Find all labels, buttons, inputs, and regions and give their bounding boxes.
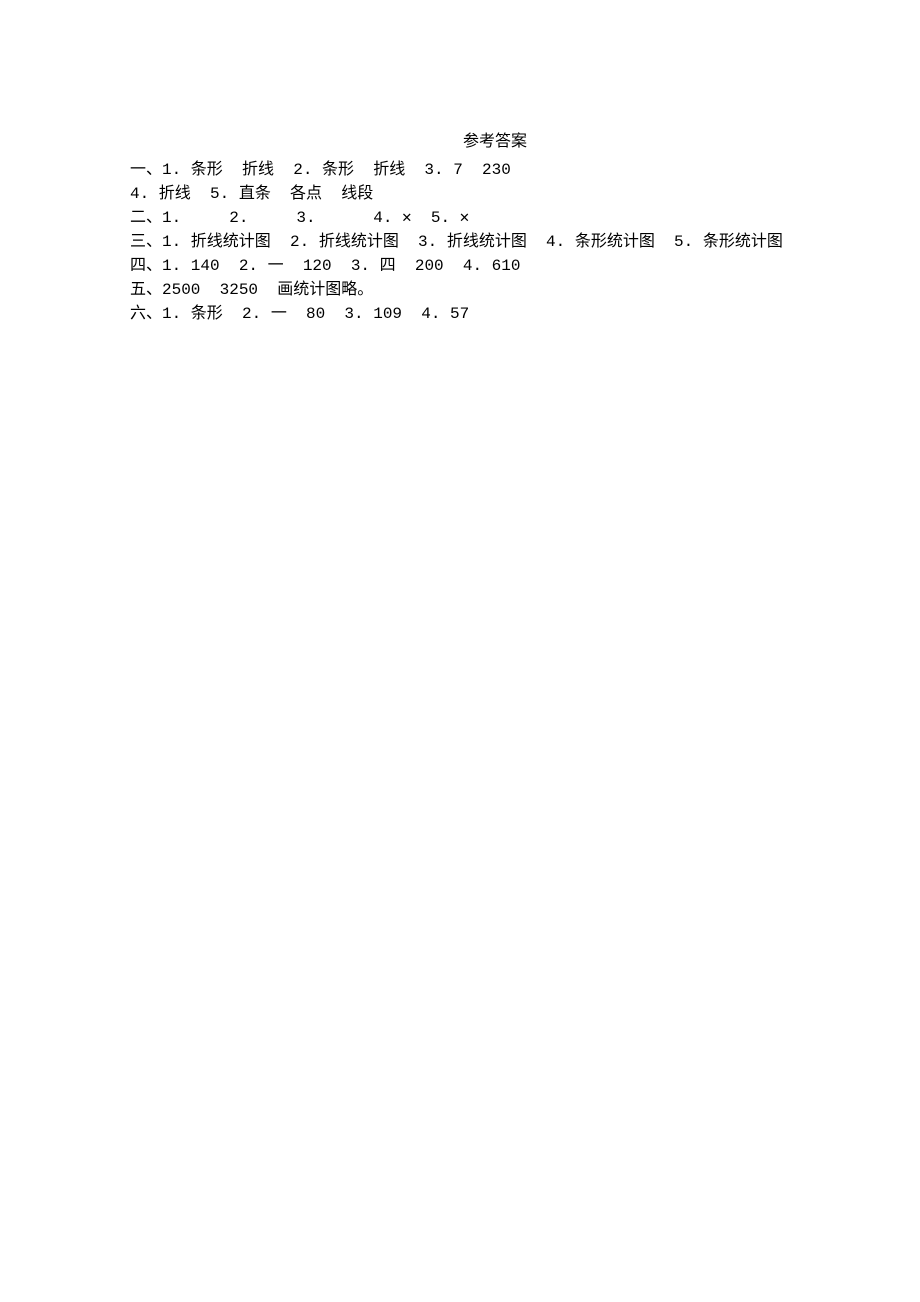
section-5-line: 五、2500 3250 画统计图略。 bbox=[130, 278, 860, 302]
section-2-line: 二、1. 2. 3. 4. ✕ 5. ✕ bbox=[130, 206, 860, 230]
section-3-line: 三、1. 折线统计图 2. 折线统计图 3. 折线统计图 4. 条形统计图 5.… bbox=[130, 230, 860, 254]
section-1-line-1: 一、1. 条形 折线 2. 条形 折线 3. 7 230 bbox=[130, 158, 860, 182]
section-4-line: 四、1. 140 2. 一 120 3. 四 200 4. 610 bbox=[130, 254, 860, 278]
answer-key-title: 参考答案 bbox=[130, 130, 860, 154]
section-1-line-2: 4. 折线 5. 直条 各点 线段 bbox=[130, 182, 860, 206]
section-6-line: 六、1. 条形 2. 一 80 3. 109 4. 57 bbox=[130, 302, 860, 326]
